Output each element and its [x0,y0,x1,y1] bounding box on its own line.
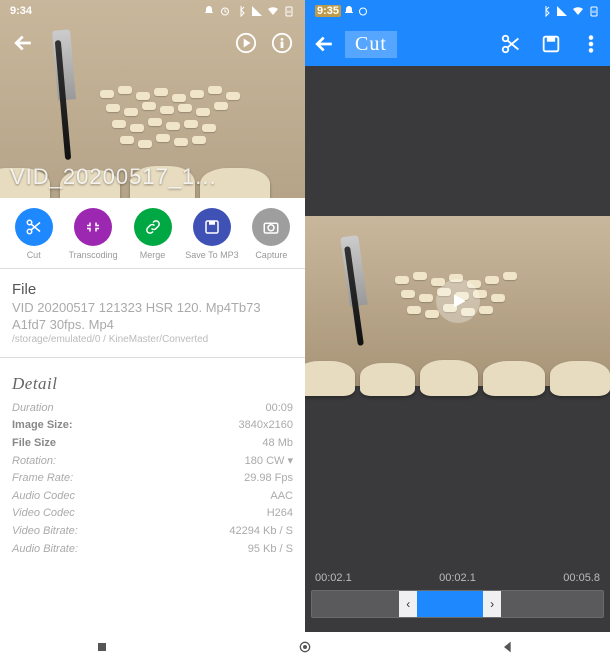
screen-cut-editor: 9:35 88 Cut [305,0,610,632]
detail-key: Duration [12,400,54,418]
status-icons: 88 [540,5,600,17]
bluetooth-icon [540,5,552,17]
action-save-mp3[interactable]: Save To MP3 [184,208,239,260]
nav-recent-button[interactable] [94,639,110,655]
detail-value: 3840x2160 [239,417,293,435]
status-time: 9:35 [315,5,341,17]
play-button[interactable] [235,32,257,54]
camera-icon [262,218,280,236]
bell-off-icon [203,5,215,17]
detail-row: Frame Rate: 29.98 Fps [12,470,293,488]
detail-row: File Size 48 Mb [12,435,293,453]
detail-value: 29.98 Fps [244,470,293,488]
action-cut[interactable]: Cut [6,208,61,260]
svg-text:88: 88 [287,9,292,14]
status-icons: 88 [203,5,295,17]
detail-value: 95 Kb / S [248,541,293,559]
system-navbar [0,632,610,662]
action-transcoding[interactable]: Transcoding [65,208,120,260]
action-label: Save To MP3 [185,250,238,260]
svg-text:88: 88 [592,9,597,14]
detail-key: Frame Rate: [12,470,73,488]
action-label: Transcoding [69,250,118,260]
page-title: Cut [345,31,397,58]
detail-row: Video Codec H264 [12,505,293,523]
save-button[interactable] [540,33,562,55]
screen-video-detail: 9:34 88 [0,0,305,632]
status-bar: 9:34 88 [0,0,305,22]
detail-key: Audio Codec [12,488,75,506]
detail-row: Audio Codec AAC [12,488,293,506]
detail-value: AAC [270,488,293,506]
cut-header: Cut [305,22,610,66]
compress-icon [84,218,102,236]
status-bar: 9:35 88 [305,0,610,22]
detail-key: Audio Bitrate: [12,541,78,559]
signal-icon [251,5,263,17]
back-button[interactable] [313,33,335,55]
video-title-overlay: VID_20200517_1... [10,164,217,190]
detail-value: 180 CW ▾ [245,453,293,471]
detail-row: Image Size: 3840x2160 [12,417,293,435]
link-icon [144,218,162,236]
nav-back-button[interactable] [500,639,516,655]
action-label: Cut [27,250,41,260]
file-section: File VID 20200517 121323 HSR 120. Mp4Tb7… [0,275,305,351]
action-merge[interactable]: Merge [125,208,180,260]
more-button[interactable] [580,33,602,55]
battery-icon: 88 [283,5,295,17]
detail-value: 00:09 [265,400,293,418]
bluetooth-icon [235,5,247,17]
bell-off-icon [343,5,355,17]
action-capture[interactable]: Capture [244,208,299,260]
range-handle-left[interactable]: ‹ [399,591,417,617]
signal-icon [556,5,568,17]
detail-value: 42294 Kb / S [229,523,293,541]
detail-key: Video Codec [12,505,75,523]
detail-row: Rotation: 180 CW ▾ [12,453,293,471]
detail-key: Video Bitrate: [12,523,78,541]
time-current: 00:02.1 [439,572,476,584]
detail-value: 48 Mb [262,435,293,453]
action-label: Merge [140,250,166,260]
detail-row: Video Bitrate: 42294 Kb / S [12,523,293,541]
video-thumbnail: VID_20200517_1... [0,0,305,198]
time-end: 00:05.8 [563,572,600,584]
file-path: /storage/emulated/0 / KineMaster/Convert… [12,334,293,345]
detail-section: Detail Duration 00:09 Image Size: 3840x2160… [0,364,305,564]
cut-action-button[interactable] [500,33,522,55]
play-button[interactable] [436,279,480,323]
alarm-icon [219,5,231,17]
time-start: 00:02.1 [315,572,352,584]
action-label: Capture [255,250,287,260]
detail-key: Rotation: [12,453,56,471]
info-button[interactable] [271,32,293,54]
detail-heading: Detail [12,374,293,394]
detail-row: Duration 00:09 [12,400,293,418]
nav-home-button[interactable] [297,639,313,655]
back-button[interactable] [12,32,34,54]
status-time: 9:34 [10,5,32,17]
detail-row: Audio Bitrate: 95 Kb / S [12,541,293,559]
range-handle-right[interactable]: › [483,591,501,617]
battery-icon: 88 [588,5,600,17]
file-name: VID 20200517 121323 HSR 120. Mp4Tb73 A1f… [12,300,293,334]
save-icon [203,218,221,236]
file-heading: File [12,281,293,298]
detail-key: File Size [12,435,56,453]
timeline: 00:02.1 00:02.1 00:05.8 ‹ › [305,572,610,632]
detail-value: H264 [267,505,293,523]
wifi-icon [267,5,279,17]
detail-key: Image Size: [12,417,73,435]
wifi-icon [572,5,584,17]
action-row: Cut Transcoding Merge Save To MP3 Captur… [0,198,305,262]
scissors-icon [25,218,43,236]
video-preview [305,216,610,386]
range-slider[interactable]: ‹ › [311,590,604,618]
alarm-icon [357,5,369,17]
